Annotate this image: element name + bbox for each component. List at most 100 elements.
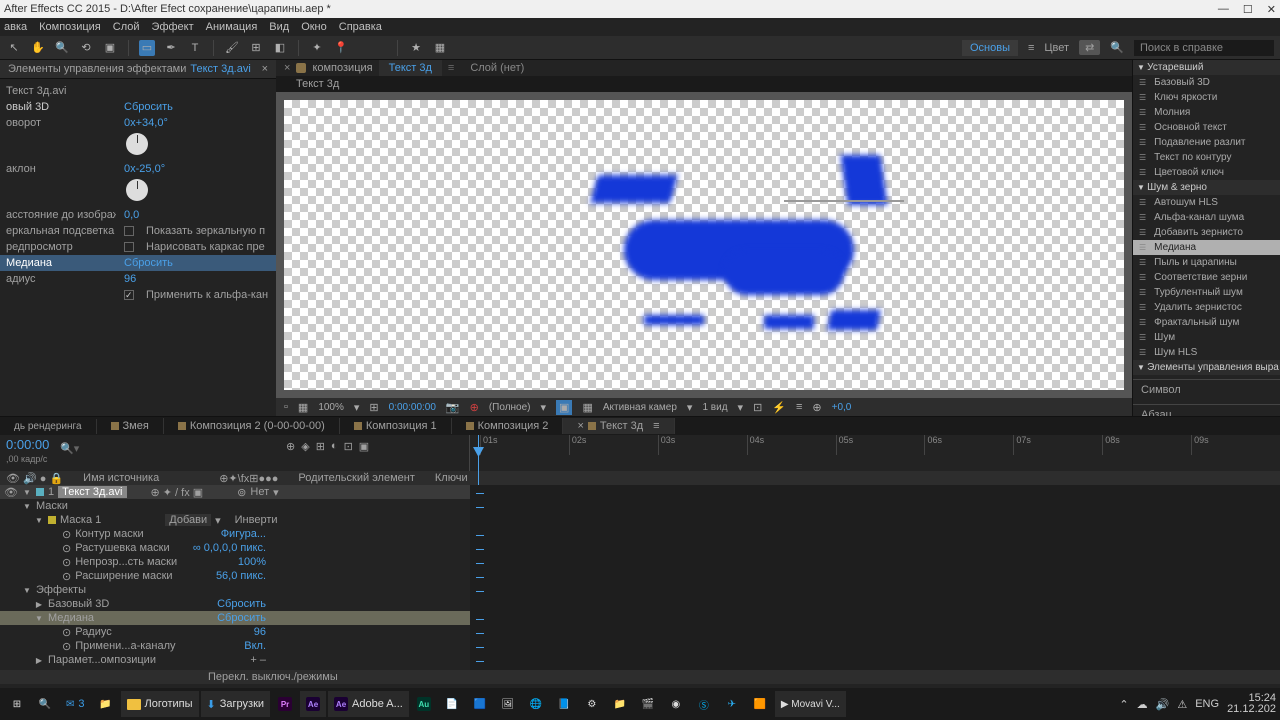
preset-item[interactable]: Основной текст: [1133, 120, 1280, 135]
search-button[interactable]: 🔍: [32, 691, 58, 717]
views-dropdown-icon[interactable]: ▾: [738, 401, 744, 414]
hand-tool-icon[interactable]: ✋: [30, 40, 46, 56]
preset-item[interactable]: Текст по контуру: [1133, 150, 1280, 165]
fast-preview-icon[interactable]: ⚡: [772, 401, 786, 414]
magnify-icon[interactable]: ▫: [284, 401, 288, 413]
character-panel-tab[interactable]: Символ: [1133, 379, 1280, 400]
mask-mode[interactable]: Добави: [165, 514, 211, 526]
grid-icon[interactable]: ▦: [432, 40, 448, 56]
app-icon[interactable]: ⚙: [579, 691, 605, 717]
app-icon[interactable]: 🖼: [495, 691, 521, 717]
app-icon[interactable]: 🟦: [467, 691, 493, 717]
telegram-icon[interactable]: ✈: [719, 691, 745, 717]
parent-dropdown[interactable]: Нет: [250, 486, 269, 498]
help-search-input[interactable]: Поиск в справке: [1134, 40, 1274, 56]
rotate-tool-icon[interactable]: ⟲: [78, 40, 94, 56]
chrome-icon[interactable]: 🌐: [523, 691, 549, 717]
prop-tilt-value[interactable]: 0x-25,0°: [124, 163, 165, 175]
preset-item[interactable]: Соответствие зерни: [1133, 270, 1280, 285]
minimize-icon[interactable]: —: [1218, 3, 1229, 16]
preset-item[interactable]: Шум HLS: [1133, 345, 1280, 360]
menu-effect[interactable]: Эффект: [152, 21, 194, 33]
preview-checkbox[interactable]: [124, 242, 134, 252]
fx-basic3d-name[interactable]: овый 3D: [6, 101, 116, 113]
app-icon[interactable]: 📁: [607, 691, 633, 717]
app-icon[interactable]: 📄: [439, 691, 465, 717]
menu-animation[interactable]: Анимация: [206, 21, 258, 33]
views-value[interactable]: 1 вид: [702, 402, 727, 413]
roto-tool-icon[interactable]: ✦: [309, 40, 325, 56]
menu-edit[interactable]: авка: [4, 21, 27, 33]
timecode[interactable]: 0:00:00:00: [389, 402, 436, 413]
aftereffects-icon[interactable]: Ae: [300, 691, 326, 717]
tray-icon[interactable]: 🔊: [1156, 698, 1170, 711]
comp-chip[interactable]: Текст 3д: [296, 78, 339, 90]
close-icon[interactable]: ✕: [1267, 3, 1276, 16]
exposure-value[interactable]: +0,0: [832, 402, 852, 413]
preset-item[interactable]: Альфа-канал шума: [1133, 210, 1280, 225]
sync-icon[interactable]: ⇄: [1079, 40, 1100, 55]
preset-item[interactable]: Ключ яркости: [1133, 90, 1280, 105]
menu-window[interactable]: Окно: [301, 21, 327, 33]
rotation-dial[interactable]: [126, 133, 148, 155]
tl-icon[interactable]: ⊡: [344, 440, 353, 453]
taskbar-app[interactable]: ▶ Movavi V...: [775, 691, 846, 717]
time-ruler[interactable]: 01s02s03s 04s05s06s 07s08s09s: [470, 435, 1280, 471]
preset-item[interactable]: Цветовой ключ: [1133, 165, 1280, 180]
preset-item[interactable]: Базовый 3D: [1133, 75, 1280, 90]
puppet-tool-icon[interactable]: 📍: [333, 40, 349, 56]
camera-tool-icon[interactable]: ▣: [102, 40, 118, 56]
roi-icon[interactable]: ▣: [556, 400, 572, 415]
res-icon[interactable]: ⊞: [369, 401, 378, 414]
cam-dropdown-icon[interactable]: ▾: [687, 401, 693, 414]
alpha-checkbox[interactable]: [124, 290, 134, 300]
maximize-icon[interactable]: ☐: [1243, 3, 1253, 16]
paragraph-panel-tab[interactable]: Абзац: [1133, 404, 1280, 416]
tray-icon[interactable]: ☁: [1137, 698, 1148, 711]
app-icon[interactable]: 📘: [551, 691, 577, 717]
brush-tool-icon[interactable]: 🖌: [224, 40, 240, 56]
zoom-tool-icon[interactable]: 🔍: [54, 40, 70, 56]
color-label[interactable]: Цвет: [1044, 42, 1069, 54]
selection-tool-icon[interactable]: ↖: [6, 40, 22, 56]
tray-icon[interactable]: ⚠: [1177, 698, 1187, 711]
tray-chevron-icon[interactable]: ⌃: [1119, 698, 1128, 711]
preset-item[interactable]: Удалить зернистос: [1133, 300, 1280, 315]
rectangle-tool-icon[interactable]: ▭: [139, 40, 155, 56]
pen-tool-icon[interactable]: ✒: [163, 40, 179, 56]
zoom-dropdown-icon[interactable]: ▾: [354, 401, 360, 414]
audition-icon[interactable]: Au: [411, 691, 437, 717]
prop-radius-value[interactable]: 96: [124, 273, 136, 285]
mail-icon[interactable]: ✉3: [60, 691, 91, 717]
channel-icon[interactable]: ⊕: [470, 401, 479, 414]
grid-toggle-icon[interactable]: ▦: [298, 401, 308, 414]
start-button[interactable]: ⊞: [4, 691, 30, 717]
menu-help[interactable]: Справка: [339, 21, 382, 33]
timeline-icon[interactable]: ≡: [796, 401, 802, 413]
transparency-icon[interactable]: ▦: [582, 401, 592, 414]
preset-item[interactable]: Шум: [1133, 330, 1280, 345]
preset-item-selected[interactable]: Медиана: [1133, 240, 1280, 255]
comp-tab-active[interactable]: Текст 3д: [379, 60, 442, 76]
preset-item[interactable]: Добавить зернисто: [1133, 225, 1280, 240]
menu-layer[interactable]: Слой: [113, 21, 140, 33]
tl-icon[interactable]: ⊞: [316, 440, 325, 453]
preset-item[interactable]: Подавление разлит: [1133, 135, 1280, 150]
zoom-value[interactable]: 100%: [318, 402, 344, 413]
app-icon[interactable]: 🟧: [747, 691, 773, 717]
panel-close-icon[interactable]: ×: [284, 62, 290, 74]
mask-invert[interactable]: Инверти: [235, 514, 278, 526]
snapshot-icon[interactable]: 📷: [446, 401, 460, 414]
text-tool-icon[interactable]: T: [187, 40, 203, 56]
layer-name[interactable]: Текст 3д.avi: [58, 486, 126, 498]
app-icon[interactable]: ◉: [663, 691, 689, 717]
skype-icon[interactable]: Ⓢ: [691, 691, 717, 717]
tilt-dial[interactable]: [126, 179, 148, 201]
specular-checkbox[interactable]: [124, 226, 134, 236]
menu-view[interactable]: Вид: [269, 21, 289, 33]
preset-item[interactable]: Молния: [1133, 105, 1280, 120]
render-queue-tab[interactable]: дь рендеринга: [0, 419, 97, 434]
panel-tab-item[interactable]: Текст 3д.avi: [190, 63, 250, 75]
toggle-switches[interactable]: Перекл. выключ./режимы: [208, 671, 338, 683]
section-legacy[interactable]: Устаревший: [1133, 60, 1280, 75]
